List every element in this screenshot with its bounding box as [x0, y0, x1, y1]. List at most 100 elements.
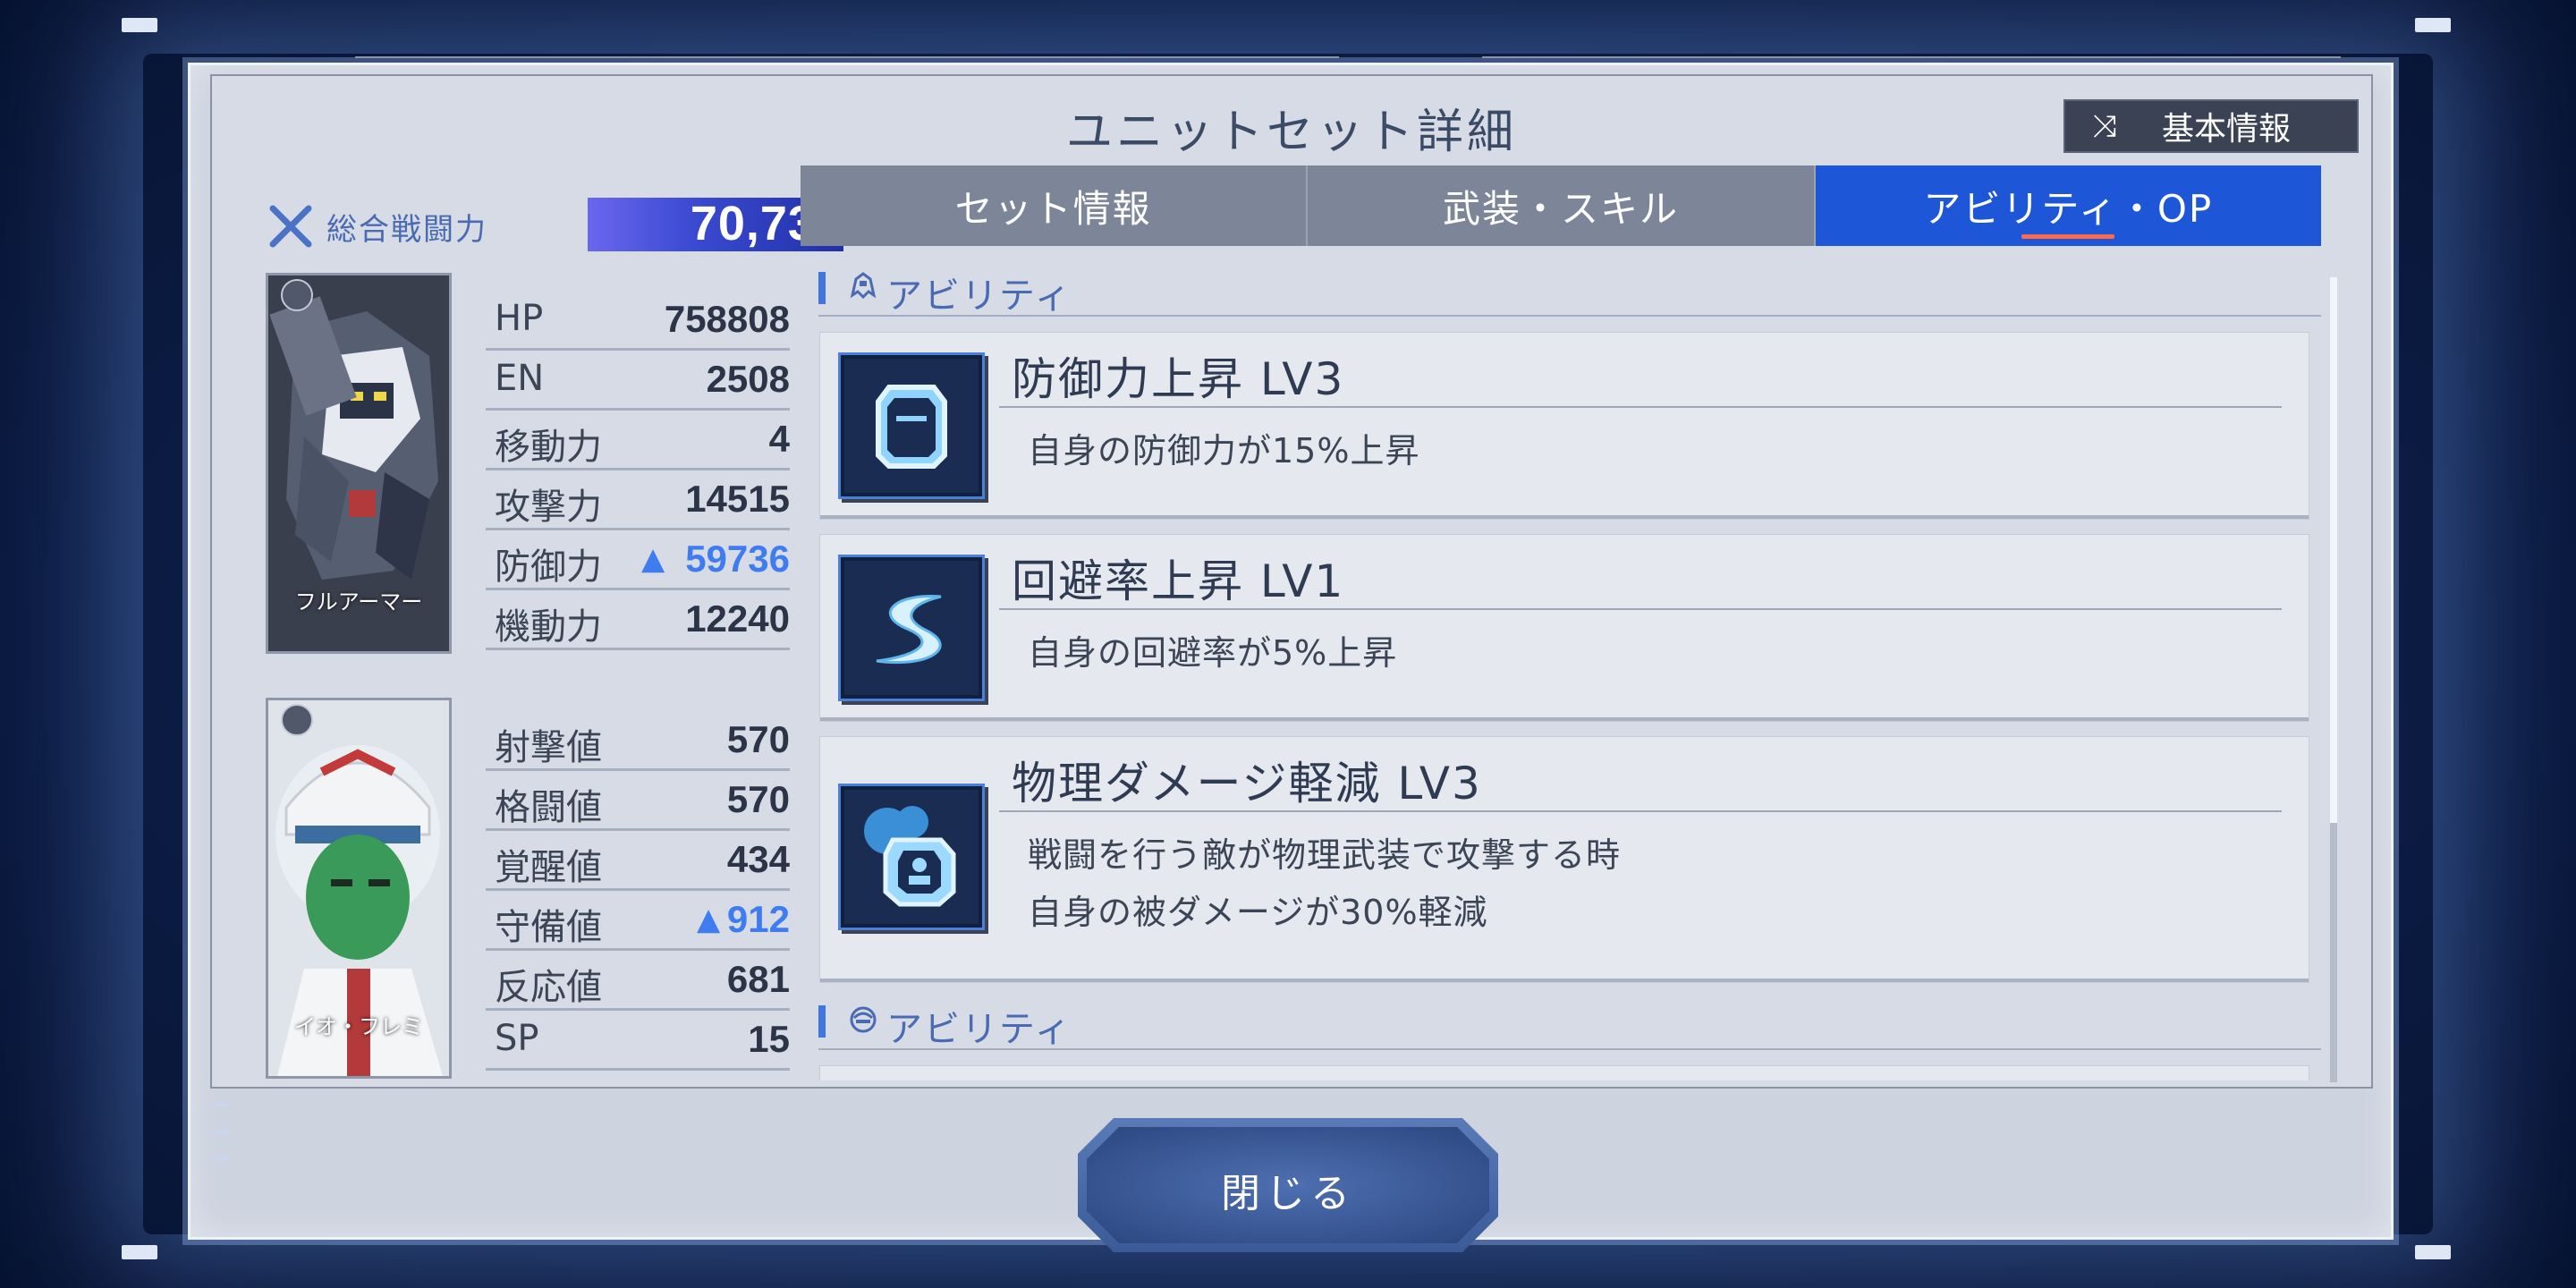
header-line-left: [355, 56, 1339, 58]
section-title: アビリティ: [886, 275, 1072, 317]
panel-inner: ユニットセット詳細 ⤨ 基本情報 総合戦闘力 70,731 フルアーマー HP …: [210, 56, 2373, 1089]
ability-list[interactable]: アビリティ 防御力上昇 LV3 自身の防御力が15%上昇 回避率上昇 LV1 自…: [801, 259, 2321, 1080]
stat-label: 守備値: [495, 907, 602, 948]
stat-value: 59736: [685, 538, 790, 580]
stat-row-en: EN 2508: [486, 351, 790, 411]
mobile-suit-icon: [845, 268, 881, 304]
stat-value: 2508: [706, 358, 790, 400]
pilot-badge: [281, 704, 313, 736]
scrollbar-thumb[interactable]: [2330, 277, 2337, 823]
deco-tick: [210, 1130, 228, 1133]
crossed-swords-icon: [266, 201, 316, 251]
stat-value: 912: [726, 898, 790, 940]
stat-value: 4: [768, 418, 790, 460]
stat-row-attack: 攻撃力 14515: [486, 470, 790, 530]
corner-mark: [122, 18, 157, 32]
stat-value: 570: [726, 778, 790, 820]
corner-mark: [2415, 18, 2451, 32]
stat-label: EN: [495, 358, 545, 399]
stat-label: 攻撃力: [495, 487, 602, 528]
tab-abilities-op[interactable]: アビリティ・OP: [1813, 165, 2321, 246]
basic-info-button[interactable]: ⤨ 基本情報: [2063, 99, 2359, 153]
corner-mark: [2415, 1245, 2451, 1259]
pilot-portrait[interactable]: イオ・フレミ: [266, 698, 452, 1079]
ability-desc: 自身の回避率が5%上昇: [1028, 633, 1398, 673]
stat-label: 射撃値: [495, 727, 602, 768]
close-button-label: 閉じる: [1221, 1171, 1355, 1216]
stat-row-defense: 防御力 ▲ 59736: [486, 530, 790, 590]
tab-label: 武装・スキル: [1442, 186, 1679, 231]
stat-row-awaken: 覚醒値 434: [486, 831, 790, 891]
stat-value: 758808: [664, 298, 790, 340]
section-header-pilot-ability: アビリティ: [801, 993, 2321, 1050]
ability-name-rule: [999, 406, 2282, 408]
stat-value: 681: [726, 958, 790, 1000]
tab-label: アビリティ・OP: [1923, 186, 2214, 231]
stat-value: 570: [726, 718, 790, 760]
stat-row-sp: SP 15: [486, 1011, 790, 1071]
ability-card[interactable]: 回避率上昇 LV1 自身の回避率が5%上昇: [820, 535, 2309, 721]
tab-weapons-skills[interactable]: 武装・スキル: [1306, 165, 1813, 246]
stat-row-mobility: 機動力 12240: [486, 590, 790, 650]
page-title: ユニットセット詳細: [1065, 106, 1517, 159]
deco-tick: [210, 1103, 228, 1106]
unit-portrait[interactable]: フルアーマー: [266, 273, 452, 654]
stat-label: 格闘値: [495, 787, 602, 828]
stat-row-hp: HP 758808: [486, 291, 790, 351]
pilot-icon: [845, 1002, 881, 1038]
tab-label: セット情報: [954, 186, 1152, 231]
detail-tabs: セット情報 武装・スキル アビリティ・OP: [801, 165, 2321, 246]
ability-name-rule: [999, 810, 2282, 812]
pilot-name: イオ・フレミ: [294, 1014, 423, 1039]
stat-label: 反応値: [495, 967, 602, 1008]
unit-name: フルアーマー: [294, 589, 423, 614]
ability-name: 回避率上昇 LV1: [1012, 555, 1345, 607]
unit-badge: [281, 279, 313, 311]
section-rule: [818, 1048, 2321, 1050]
stat-row-defense-pilot: 守備値 ▲ 912: [486, 891, 790, 951]
tab-set-info[interactable]: セット情報: [801, 165, 1306, 246]
unit-stats: HP 758808 EN 2508 移動力 4 攻撃力 14515 防御力 ▲ …: [486, 291, 790, 650]
section-bar: [818, 1005, 826, 1038]
active-tab-underline: [2021, 234, 2115, 239]
deco-tick: [210, 1157, 228, 1160]
ability-card[interactable]: 物理ダメージ軽減 LV3 戦闘を行う敵が物理武装で攻撃する時 自身の被ダメージが…: [820, 737, 2309, 982]
stat-label: 移動力: [495, 427, 602, 468]
pilot-stats: 射撃値 570 格闘値 570 覚醒値 434 守備値 ▲ 912 反応値 68…: [486, 711, 790, 1071]
section-rule: [818, 315, 2321, 317]
stat-label: 覚醒値: [495, 847, 602, 888]
boost-up-arrow-icon: ▲: [641, 541, 665, 577]
stat-row-shooting: 射撃値 570: [486, 711, 790, 771]
stat-label: SP: [495, 1018, 539, 1059]
stat-value: 12240: [685, 597, 790, 640]
corner-mark: [122, 1245, 157, 1259]
ability-card-partial[interactable]: [820, 1066, 2309, 1080]
header-line-right: [1482, 56, 2341, 58]
section-title: アビリティ: [886, 1009, 1072, 1050]
stat-label: HP: [495, 298, 544, 339]
stat-row-movement: 移動力 4: [486, 411, 790, 470]
stat-label: 機動力: [495, 606, 602, 648]
section-header-unit-ability: アビリティ: [801, 259, 2321, 317]
total-power-label: 総合戦闘力: [326, 212, 487, 248]
evasion-swoosh-icon: [838, 555, 985, 701]
stat-value: 15: [748, 1018, 790, 1060]
shuffle-icon: ⤨: [2092, 108, 2117, 144]
stat-label: 防御力: [495, 547, 602, 588]
stat-value: 14515: [685, 478, 790, 520]
unit-set-detail-panel: ユニットセット詳細 ⤨ 基本情報 総合戦闘力 70,731 フルアーマー HP …: [188, 56, 2394, 1240]
basic-info-label: 基本情報: [2162, 111, 2292, 148]
ability-desc: 自身の防御力が15%上昇: [1028, 431, 1420, 470]
ability-card[interactable]: 防御力上昇 LV3 自身の防御力が15%上昇: [820, 333, 2309, 519]
stat-value: 434: [726, 838, 790, 880]
close-button[interactable]: 閉じる: [1078, 1118, 1498, 1252]
ability-name: 防御力上昇 LV3: [1012, 353, 1345, 405]
ability-name: 物理ダメージ軽減 LV3: [1012, 758, 1482, 809]
physical-guard-icon: [838, 784, 985, 930]
boost-up-arrow-icon: ▲: [697, 902, 721, 937]
stat-row-melee: 格闘値 570: [486, 771, 790, 831]
ability-name-rule: [999, 608, 2282, 610]
section-bar: [818, 272, 826, 304]
ability-desc: 戦闘を行う敵が物理武装で攻撃する時 自身の被ダメージが30%軽減: [1028, 835, 1622, 932]
shield-icon: [838, 352, 985, 499]
